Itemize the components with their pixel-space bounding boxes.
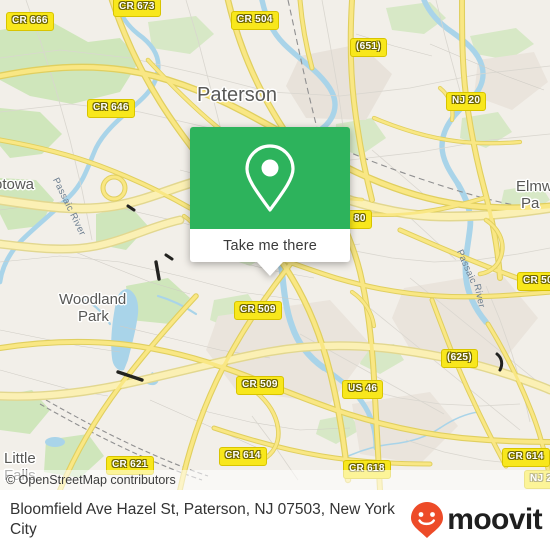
place-label-totowa: otowa <box>0 176 35 193</box>
road-shield-cr509-north: CR 509 <box>234 301 282 320</box>
moovit-wordmark: moovit <box>447 503 542 536</box>
road-shield-625: (625) <box>441 349 478 368</box>
road-shield-cr666: CR 666 <box>6 12 54 31</box>
osm-attribution-text: © OpenStreetMap contributors <box>6 473 176 487</box>
road-shield-651: (651) <box>350 38 387 57</box>
place-label-woodland-park: Park <box>78 308 109 325</box>
road-shield-cr673: CR 673 <box>113 0 161 17</box>
place-label-elmwood-park: Pa <box>521 195 540 212</box>
road-shield-cr614-east: CR 614 <box>502 448 550 467</box>
road-shield-cr509-south: CR 509 <box>236 376 284 395</box>
road-shield-cr504: CR 504 <box>231 11 279 30</box>
place-label-elmwood: Elmw <box>516 178 550 195</box>
road-shield-us46: US 46 <box>342 380 384 399</box>
take-me-there-label: Take me there <box>223 237 317 254</box>
road-shield-cr646: CR 646 <box>87 99 135 118</box>
place-label-little: Little <box>4 450 36 467</box>
popup-pointer-tail <box>257 262 283 276</box>
moovit-logo[interactable]: moovit <box>410 501 543 539</box>
moovit-map-screenshot: .rdC { fill:none; stroke:#e0cf5f; stroke… <box>0 0 550 550</box>
road-shield-cr509-east: CR 509 <box>517 272 550 291</box>
footer-bar: Bloomfield Ave Hazel St, Paterson, NJ 07… <box>0 490 550 550</box>
location-popup-card[interactable]: Take me there <box>190 127 350 276</box>
popup-pin-area <box>190 127 350 229</box>
map-canvas[interactable]: .rdC { fill:none; stroke:#e0cf5f; stroke… <box>0 0 550 490</box>
osm-attribution[interactable]: © OpenStreetMap contributors <box>0 470 550 490</box>
popup-action-bar[interactable]: Take me there <box>190 229 350 262</box>
address-text: Bloomfield Ave Hazel St, Paterson, NJ 07… <box>10 500 395 538</box>
road-shield-nj20: NJ 20 <box>446 92 487 111</box>
map-pin-icon <box>245 144 295 212</box>
place-label-paterson: Paterson <box>197 84 278 106</box>
moovit-pin-smile-icon <box>411 502 444 538</box>
road-shield-cr614: CR 614 <box>219 447 267 466</box>
place-label-woodland: Woodland <box>59 291 127 308</box>
road-shield-i80: 80 <box>348 210 372 229</box>
